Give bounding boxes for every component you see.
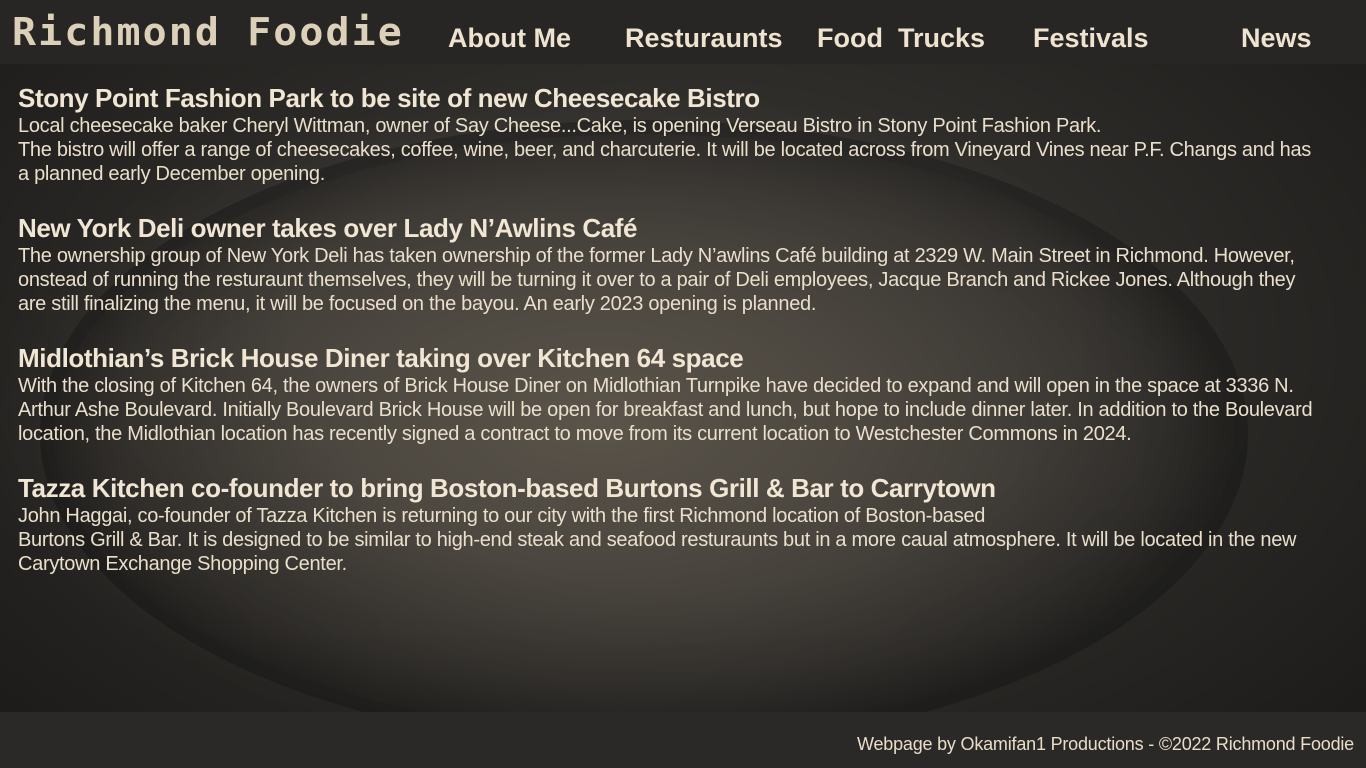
nav-food-trucks[interactable]: Food Trucks — [817, 20, 985, 56]
article-body: With the closing of Kitchen 64, the owne… — [18, 375, 1313, 445]
news-article: Stony Point Fashion Park to be site of n… — [18, 82, 1318, 186]
article-headline: Midlothian’s Brick House Diner taking ov… — [18, 343, 744, 373]
nav-resturaunts[interactable]: Resturaunts — [625, 20, 783, 56]
site-header: Richmond Foodie About Me Resturaunts Foo… — [0, 0, 1366, 64]
footer-credit: Webpage by Okamifan1 Productions - ©2022… — [856, 734, 1354, 754]
news-article: New York Deli owner takes over Lady N’Aw… — [18, 212, 1318, 316]
article-body: The ownership group of New York Deli has… — [18, 245, 1296, 315]
article-headline: Tazza Kitchen co-founder to bring Boston… — [18, 473, 996, 503]
news-article: Midlothian’s Brick House Diner taking ov… — [18, 342, 1318, 446]
article-headline: Stony Point Fashion Park to be site of n… — [18, 83, 760, 113]
site-footer: Webpage by Okamifan1 Productions - ©2022… — [0, 712, 1366, 768]
article-body: The bistro will offer a range of cheesec… — [18, 139, 1312, 185]
article-body: John Haggai, co-founder of Tazza Kitchen… — [18, 505, 986, 527]
article-body: Burtons Grill & Bar. It is designed to b… — [18, 529, 1297, 575]
nav-news[interactable]: News — [1241, 20, 1312, 56]
article-headline: New York Deli owner takes over Lady N’Aw… — [18, 213, 638, 243]
nav-festivals[interactable]: Festivals — [1033, 20, 1149, 56]
nav-about-me[interactable]: About Me — [448, 20, 571, 56]
site-logo[interactable]: Richmond Foodie — [12, 10, 404, 54]
article-body: Local cheesecake baker Cheryl Wittman, o… — [18, 115, 1102, 137]
news-article: Tazza Kitchen co-founder to bring Boston… — [18, 472, 1318, 576]
news-list: Stony Point Fashion Park to be site of n… — [18, 82, 1318, 602]
